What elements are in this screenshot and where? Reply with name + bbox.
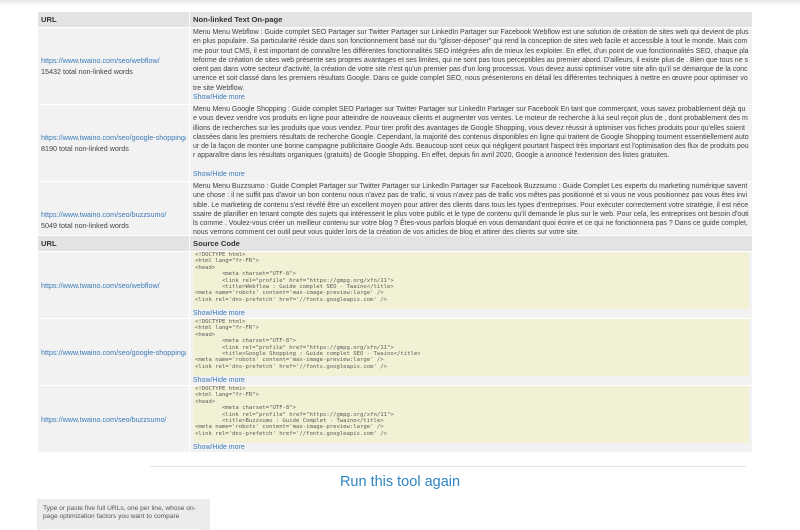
- source-code-table: URL Source Code https://www.twaino.com/s…: [37, 235, 753, 453]
- page-url-link[interactable]: https://www.twaino.com/seo/webflow/: [41, 281, 186, 290]
- code-cell: <!DOCTYPE html> <html lang="fr-FR"> <hea…: [189, 251, 753, 319]
- table-row: https://www.twaino.com/seo/webflow/ <!DO…: [37, 251, 753, 319]
- url-column-header: URL: [37, 11, 190, 28]
- text-cell: Menu Menu Webflow : Guide complet SEO Pa…: [189, 27, 753, 105]
- url-cell: https://www.twaino.com/seo/google-shoppi…: [37, 318, 190, 386]
- non-linked-text-table: URL Non-linked Text On-page https://www.…: [37, 11, 753, 259]
- table-row: https://www.twaino.com/seo/buzzsumo/ <!D…: [37, 385, 753, 453]
- source-code-block[interactable]: <!DOCTYPE html> <html lang="fr-FR"> <hea…: [193, 252, 749, 309]
- table-row: https://www.twaino.com/seo/google-shoppi…: [37, 104, 753, 182]
- top-divider: [0, 0, 800, 6]
- code-cell: <!DOCTYPE html> <html lang="fr-FR"> <hea…: [189, 318, 753, 386]
- non-linked-text: Menu Menu Webflow : Guide complet SEO Pa…: [193, 29, 749, 92]
- non-linked-text-column-header: Non-linked Text On-page: [189, 11, 753, 28]
- text-cell: Menu Menu Google Shopping : Guide comple…: [189, 104, 753, 182]
- section-divider: [150, 466, 746, 467]
- table-row: https://www.twaino.com/seo/webflow/ 1543…: [37, 27, 753, 105]
- url-cell: https://www.twaino.com/seo/google-shoppi…: [37, 104, 190, 182]
- url-cell: https://www.twaino.com/seo/webflow/: [37, 251, 190, 319]
- page-url-link[interactable]: https://www.twaino.com/seo/google-shoppi…: [41, 348, 186, 357]
- show-hide-more-link[interactable]: Show/Hide more: [193, 310, 749, 317]
- table-header-row: URL Non-linked Text On-page: [37, 11, 753, 28]
- table-row: https://www.twaino.com/seo/google-shoppi…: [37, 318, 753, 386]
- url-input-panel: Type or paste five full URLs, one per li…: [37, 499, 210, 530]
- table-header-row: URL Source Code: [37, 235, 753, 252]
- show-hide-more-link[interactable]: Show/Hide more: [193, 171, 749, 178]
- source-code-column-header: Source Code: [189, 235, 753, 252]
- show-hide-more-link[interactable]: Show/Hide more: [193, 377, 749, 384]
- word-count: 15432 total non-linked words: [41, 67, 133, 76]
- non-linked-text: Menu Menu Google Shopping : Guide comple…: [193, 106, 749, 160]
- page-url-link[interactable]: https://www.twaino.com/seo/webflow/: [41, 56, 186, 65]
- url-input-instructions: Type or paste five full URLs, one per li…: [43, 505, 196, 521]
- url-cell: https://www.twaino.com/seo/webflow/ 1543…: [37, 27, 190, 105]
- url-cell: https://www.twaino.com/seo/buzzsumo/: [37, 385, 190, 453]
- show-hide-more-link[interactable]: Show/Hide more: [193, 444, 749, 451]
- source-code-block[interactable]: <!DOCTYPE html> <html lang="fr-FR"> <hea…: [193, 386, 749, 443]
- word-count: 5049 total non-linked words: [41, 221, 129, 230]
- code-cell: <!DOCTYPE html> <html lang="fr-FR"> <hea…: [189, 385, 753, 453]
- word-count: 8190 total non-linked words: [41, 144, 129, 153]
- run-tool-again-link[interactable]: Run this tool again: [0, 474, 800, 490]
- url-column-header: URL: [37, 235, 190, 252]
- page-url-link[interactable]: https://www.twaino.com/seo/buzzsumo/: [41, 210, 186, 219]
- page-url-link[interactable]: https://www.twaino.com/seo/buzzsumo/: [41, 415, 186, 424]
- page-url-link[interactable]: https://www.twaino.com/seo/google-shoppi…: [41, 133, 186, 142]
- source-code-block[interactable]: <!DOCTYPE html> <html lang="fr-FR"> <hea…: [193, 319, 749, 376]
- show-hide-more-link[interactable]: Show/Hide more: [193, 94, 749, 101]
